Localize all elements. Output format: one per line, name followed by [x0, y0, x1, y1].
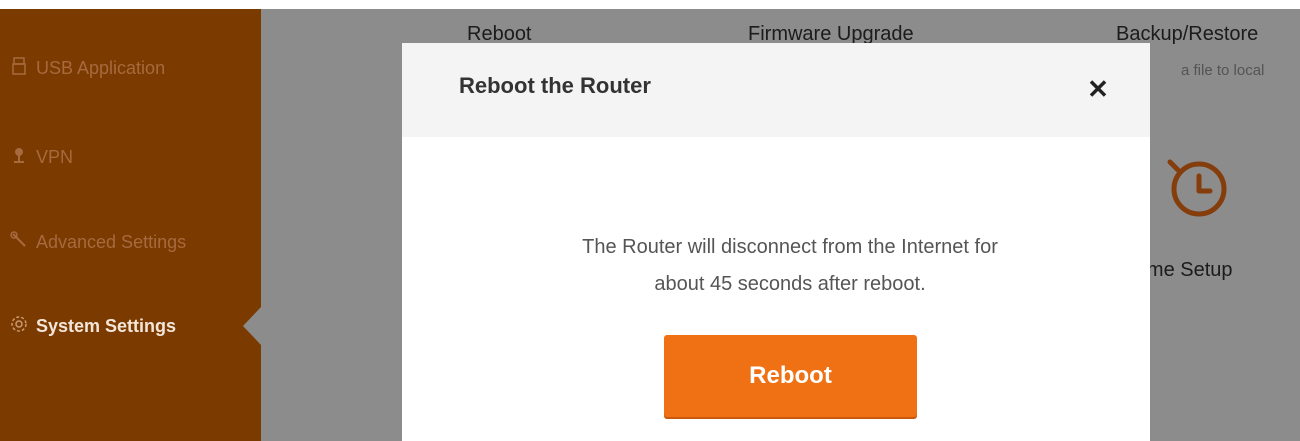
- close-button[interactable]: ✕: [1082, 73, 1114, 105]
- sidebar-item-label: USB Application: [36, 58, 166, 78]
- dialog-message-line-1: The Router will disconnect from the Inte…: [582, 236, 998, 258]
- sidebar-item-usb-application[interactable]: USB Application: [10, 57, 165, 80]
- top-strip: [0, 0, 1300, 9]
- dialog-body: The Router will disconnect from the Inte…: [402, 137, 1150, 441]
- sidebar-item-advanced-settings[interactable]: Advanced Settings: [10, 231, 186, 254]
- sidebar: USB Application VPN Advanced Settings Sy…: [0, 9, 261, 441]
- sidebar-item-label: System Settings: [36, 316, 177, 336]
- dialog-header: Reboot the Router ✕: [402, 43, 1150, 137]
- usb-icon: [10, 57, 28, 80]
- dialog-message-line-2: about 45 seconds after reboot.: [654, 273, 926, 295]
- vpn-icon: [10, 146, 28, 169]
- dialog-title: Reboot the Router: [459, 73, 651, 98]
- sidebar-item-label: VPN: [36, 147, 74, 167]
- reboot-dialog: Reboot the Router ✕ The Router will disc…: [402, 43, 1150, 441]
- close-icon: ✕: [1087, 74, 1109, 104]
- gear-icon: [10, 315, 28, 338]
- active-item-pointer: [243, 307, 261, 345]
- router-admin-page: USB Application VPN Advanced Settings Sy…: [0, 0, 1300, 441]
- sidebar-item-label: Advanced Settings: [36, 232, 187, 252]
- sidebar-item-vpn[interactable]: VPN: [10, 146, 73, 169]
- reboot-button[interactable]: Reboot: [664, 335, 917, 417]
- wrench-icon: [10, 231, 28, 254]
- dialog-message: The Router will disconnect from the Inte…: [402, 229, 1178, 303]
- sidebar-item-system-settings[interactable]: System Settings: [10, 315, 176, 338]
